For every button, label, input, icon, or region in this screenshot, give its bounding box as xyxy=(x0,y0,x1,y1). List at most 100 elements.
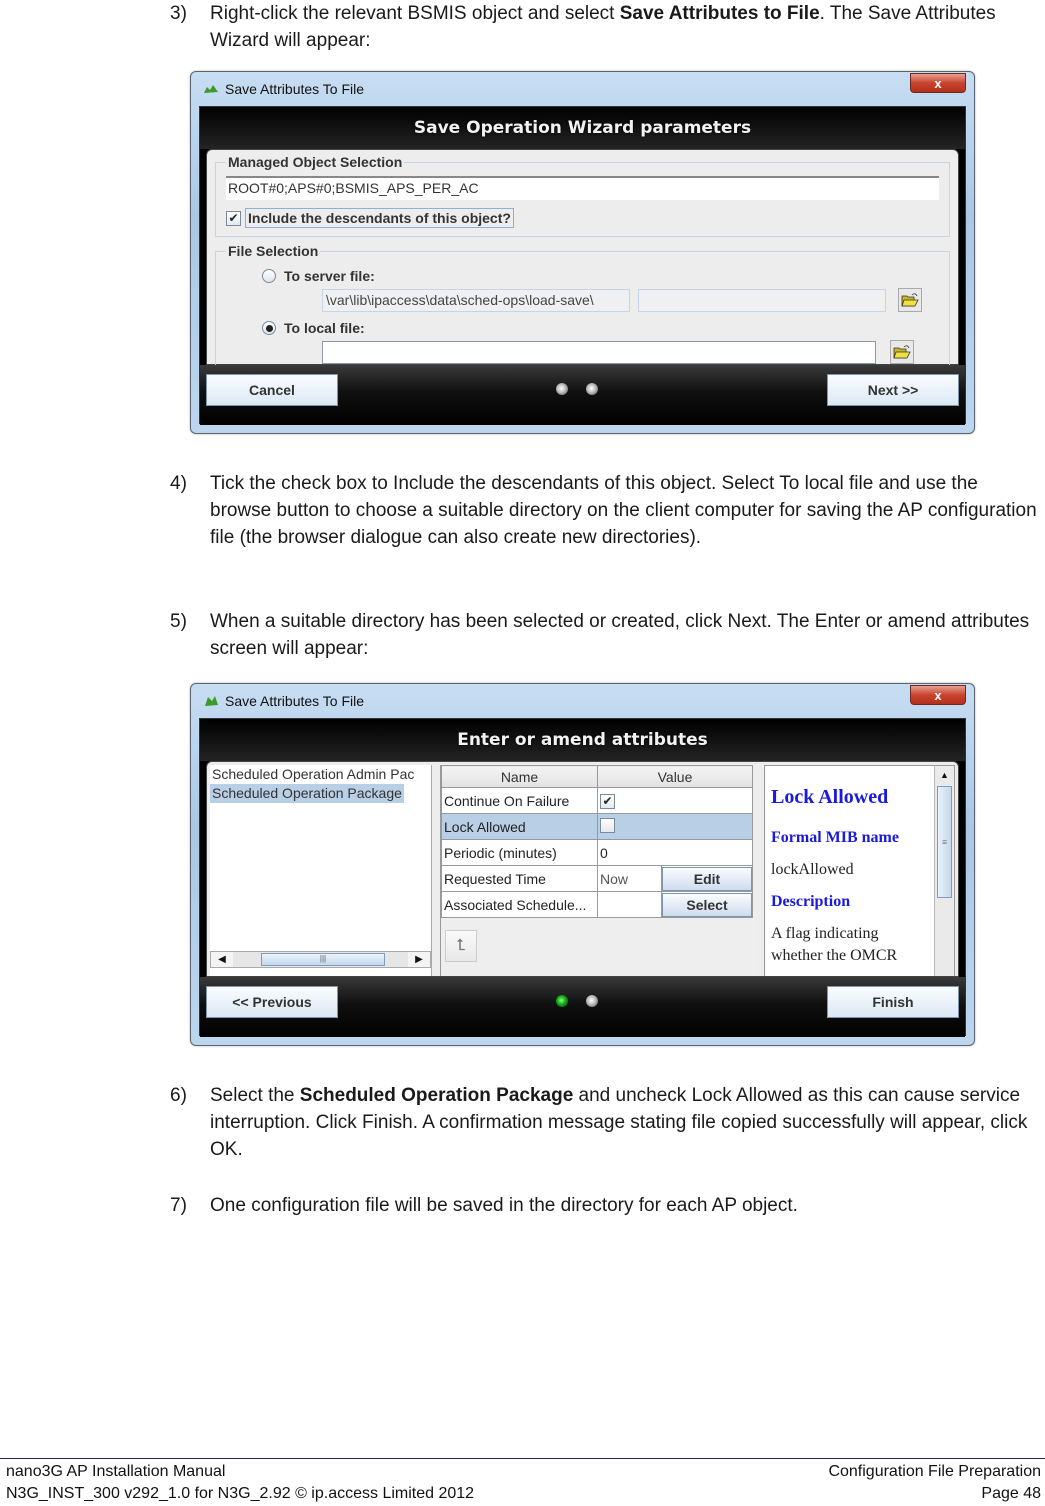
wizard-panel: Scheduled Operation Admin Pac Scheduled … xyxy=(206,761,959,977)
server-path-field: \var\lib\ipaccess\data\sched-ops\load-sa… xyxy=(322,288,630,312)
page-number: Page 48 xyxy=(981,1485,1041,1502)
group-label: File Selection xyxy=(228,243,319,259)
help-mib-heading: Formal MIB name xyxy=(771,829,899,846)
step-6: 6) Select the Scheduled Operation Packag… xyxy=(170,1082,1040,1163)
tree-item[interactable]: Scheduled Operation Admin Pac xyxy=(210,765,431,784)
server-browse-button[interactable] xyxy=(898,288,922,312)
attributes-table: Name Value Continue On Failure ✔ Lock Al… xyxy=(441,765,753,918)
wizard-client: Enter or amend attributes Scheduled Oper… xyxy=(199,718,966,1037)
document-id: N3G_INST_300 v292_1.0 for N3G_2.92 © ip.… xyxy=(6,1485,475,1502)
previous-button[interactable]: << Previous xyxy=(206,986,338,1018)
wizard-panel: Managed Object Selection ROOT#0;APS#0;BS… xyxy=(206,149,959,370)
step-bold-text: Save Attributes to File xyxy=(619,3,820,24)
attr-name: Associated Schedule... xyxy=(441,891,598,918)
wizard-client: Save Operation Wizard parameters Managed… xyxy=(199,106,966,425)
server-file-label[interactable]: To server file: xyxy=(284,268,375,284)
vertical-scrollbar[interactable]: ▲ ≡ ▼ xyxy=(934,766,954,976)
column-header-value[interactable]: Value xyxy=(597,765,753,788)
open-folder-icon xyxy=(901,293,919,307)
local-browse-button[interactable] xyxy=(890,340,914,364)
local-file-label[interactable]: To local file: xyxy=(284,320,365,336)
table-row: Periodic (minutes) 0 xyxy=(441,839,753,866)
table-row: Continue On Failure ✔ xyxy=(441,787,753,814)
step-text: One configuration file will be saved in … xyxy=(210,1195,798,1216)
close-icon: x xyxy=(934,687,942,703)
local-file-radio[interactable] xyxy=(262,321,276,335)
close-button[interactable]: x xyxy=(910,73,966,93)
edit-button[interactable]: Edit xyxy=(662,866,752,891)
step-number: 4) xyxy=(170,473,187,494)
radio-selected-dot xyxy=(265,324,273,332)
step-indicator-dot xyxy=(586,383,598,395)
close-button[interactable]: x xyxy=(910,685,966,705)
next-button[interactable]: Next >> xyxy=(827,374,959,406)
step-text: Right-click the relevant BSMIS object an… xyxy=(210,3,620,24)
include-descendants-checkbox[interactable]: ✔ xyxy=(226,210,241,226)
help-panel: Lock Allowed Formal MIB name lockAllowed… xyxy=(764,765,955,976)
step-text: When a suitable directory has been selec… xyxy=(210,611,1030,659)
finish-button[interactable]: Finish xyxy=(827,986,959,1018)
step-indicator-dot-active xyxy=(556,995,568,1007)
arrow-up-icon: ⮤ xyxy=(456,937,466,954)
manual-title: nano3G AP Installation Manual xyxy=(6,1463,226,1480)
periodic-value[interactable]: 0 xyxy=(597,839,753,866)
scroll-up-icon[interactable]: ▲ xyxy=(935,766,954,784)
title-bar: Save Attributes To File x xyxy=(199,684,966,718)
server-file-name-field[interactable] xyxy=(638,288,886,312)
attributes-table-container: Name Value Continue On Failure ✔ Lock Al… xyxy=(440,765,756,976)
managed-object-field[interactable]: ROOT#0;APS#0;BSMIS_APS_PER_AC xyxy=(226,176,939,200)
tree-item-selected[interactable]: Scheduled Operation Package xyxy=(210,784,404,803)
attr-name: Lock Allowed xyxy=(441,813,598,840)
scroll-right-icon[interactable]: ▶ xyxy=(408,952,430,967)
attr-name: Continue On Failure xyxy=(441,787,598,814)
scroll-thumb[interactable]: ||| xyxy=(261,953,385,966)
column-header-name[interactable]: Name xyxy=(441,765,598,788)
scroll-thumb[interactable]: ≡ xyxy=(937,786,952,898)
help-mib-name: lockAllowed xyxy=(771,861,854,878)
step-number: 7) xyxy=(170,1195,187,1216)
step-number: 6) xyxy=(170,1085,187,1106)
close-icon: x xyxy=(934,75,942,91)
select-button[interactable]: Select xyxy=(662,892,752,917)
wizard-footer: Cancel Next >> xyxy=(200,365,965,425)
save-wizard-window: Save Attributes To File x Save Operation… xyxy=(190,71,975,434)
step-text: Tick the check box to Include the descen… xyxy=(210,473,1037,548)
app-icon xyxy=(205,696,218,706)
continue-on-failure-checkbox[interactable]: ✔ xyxy=(600,793,615,809)
up-button[interactable]: ⮤ xyxy=(445,930,477,962)
table-row: Lock Allowed xyxy=(441,813,753,840)
include-descendants-label[interactable]: Include the descendants of this object? xyxy=(245,208,514,228)
lock-allowed-checkbox[interactable] xyxy=(600,817,615,833)
checkmark-icon: ✔ xyxy=(228,211,239,225)
attr-name: Requested Time xyxy=(441,865,598,892)
table-row: Requested Time Now Edit xyxy=(441,865,753,892)
app-icon xyxy=(204,85,218,93)
attributes-wizard-window: Save Attributes To File x Enter or amend… xyxy=(190,683,975,1046)
step-4: 4) Tick the check box to Include the des… xyxy=(170,470,1040,551)
associated-schedule-value xyxy=(597,891,662,918)
step-5: 5) When a suitable directory has been se… xyxy=(170,608,1040,662)
server-file-radio[interactable] xyxy=(262,269,276,283)
open-folder-icon xyxy=(893,345,911,359)
step-number: 5) xyxy=(170,611,187,632)
step-indicator-dot xyxy=(556,383,568,395)
wizard-header: Save Operation Wizard parameters xyxy=(200,107,965,149)
file-selection-group: File Selection To server file: \var\lib\… xyxy=(215,243,950,370)
window-title: Save Attributes To File xyxy=(225,693,365,709)
local-file-field[interactable] xyxy=(322,340,876,364)
cancel-button[interactable]: Cancel xyxy=(206,374,338,406)
requested-time-value: Now xyxy=(597,865,662,892)
step-text: Select the xyxy=(210,1085,300,1106)
attr-name: Periodic (minutes) xyxy=(441,839,598,866)
step-7: 7) One configuration file will be saved … xyxy=(170,1192,1040,1219)
footer-divider xyxy=(0,1458,1045,1459)
step-bold-text: Scheduled Operation Package xyxy=(299,1085,574,1106)
help-description-heading: Description xyxy=(771,893,851,910)
horizontal-scrollbar[interactable]: ◀ ||| ▶ xyxy=(210,951,431,968)
help-description-text: A flag indicating whether the OMCR xyxy=(771,925,898,964)
footer-left: nano3G AP Installation Manual N3G_INST_3… xyxy=(6,1461,474,1505)
help-title: Lock Allowed xyxy=(771,786,889,808)
section-title: Configuration File Preparation xyxy=(828,1463,1041,1480)
scroll-left-icon[interactable]: ◀ xyxy=(211,952,233,967)
table-row: Associated Schedule... Select xyxy=(441,891,753,918)
